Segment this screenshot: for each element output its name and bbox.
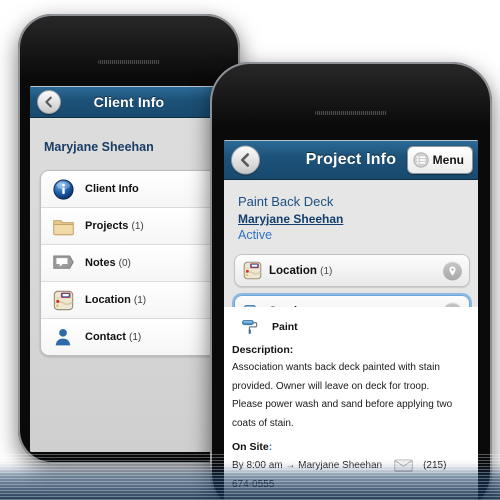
accordion-count: (1) xyxy=(320,265,333,277)
phone-number[interactable]: 674-0555 xyxy=(232,479,274,490)
back-phone-device: Client Info Maryjane Sheehan Client Info… xyxy=(18,14,240,464)
accordion-location[interactable]: Location (1) xyxy=(234,254,470,287)
list-item-text: Location xyxy=(85,294,131,306)
description-line: Please power wash and sand before applyi… xyxy=(232,399,453,410)
list-menu-icon xyxy=(413,152,429,168)
map-icon xyxy=(41,290,85,311)
info-circle-icon xyxy=(41,178,85,200)
list-item-text: Notes xyxy=(85,257,116,269)
back-phone-menu-card: Client Info Projects (1) Notes (0) Locat… xyxy=(40,170,220,356)
onsite-label-text: On Site xyxy=(232,441,269,453)
onsite-time: By 8:00 am → Maryjane Sheehan xyxy=(232,460,383,471)
onsite-colon: : xyxy=(268,441,273,453)
service-detail-panel: Paint Description: Association wants bac… xyxy=(224,307,478,500)
back-phone-client-name: Maryjane Sheehan xyxy=(44,140,154,154)
list-item-contact[interactable]: Contact (1) xyxy=(41,319,219,355)
list-item-label: Contact (1) xyxy=(85,331,141,343)
map-pin-icon[interactable] xyxy=(443,261,462,280)
map-icon xyxy=(235,261,269,280)
list-item-count: (0) xyxy=(118,258,131,269)
list-item-label: Location (1) xyxy=(85,294,146,306)
list-item-label: Projects (1) xyxy=(85,220,144,232)
list-item-client-info[interactable]: Client Info xyxy=(41,171,219,208)
list-item-text: Client Info xyxy=(85,183,139,195)
service-name: Paint xyxy=(272,321,298,333)
back-button[interactable] xyxy=(231,145,260,175)
list-item-location[interactable]: Location (1) xyxy=(41,282,219,319)
list-item-label: Client Info xyxy=(85,183,139,195)
back-phone-title: Client Info xyxy=(93,94,165,110)
person-icon xyxy=(41,327,85,347)
onsite-label: On Site: xyxy=(232,441,478,453)
back-button[interactable] xyxy=(37,90,61,114)
list-item-label: Notes (0) xyxy=(85,257,131,269)
back-phone-screen: Client Info Maryjane Sheehan Client Info… xyxy=(30,86,228,452)
chevron-left-icon xyxy=(45,96,52,108)
list-item-count: (1) xyxy=(131,221,144,232)
envelope-icon[interactable] xyxy=(394,459,413,472)
back-phone-content: Client Info Maryjane Sheehan Client Info… xyxy=(30,86,228,452)
project-client-link[interactable]: Maryjane Sheehan xyxy=(238,212,478,226)
description-line: coats of stain. xyxy=(232,417,294,429)
list-item-text: Contact xyxy=(85,331,126,343)
list-item-text: Projects xyxy=(85,220,129,232)
accordion-label-text: Location xyxy=(269,264,317,277)
front-phone-navbar: Project Info Menu xyxy=(224,140,478,180)
list-item-notes[interactable]: Notes (0) xyxy=(41,245,219,282)
list-item-count: (1) xyxy=(129,332,142,343)
phone-number-row[interactable]: 674-0555 xyxy=(232,479,478,490)
speech-bubble-icon xyxy=(41,253,85,273)
back-phone-navbar: Client Info xyxy=(30,86,228,118)
front-phone-speaker-grille xyxy=(315,111,387,115)
front-phone-device: Project Info Menu Paint Back Deck Maryja… xyxy=(210,62,492,500)
phone-area-code[interactable]: (215) xyxy=(423,460,446,471)
menu-button[interactable]: Menu xyxy=(406,146,473,174)
front-phone-title: Project Info xyxy=(305,151,397,168)
description-text: Association wants back deck painted with… xyxy=(232,359,478,433)
front-phone-screen: Project Info Menu Paint Back Deck Maryja… xyxy=(224,140,478,500)
onsite-row: By 8:00 am → Maryjane Sheehan (215) xyxy=(232,459,478,472)
chevron-left-icon xyxy=(240,153,250,167)
folder-icon xyxy=(41,216,85,236)
list-item-projects[interactable]: Projects (1) xyxy=(41,208,219,245)
screenshot-stage: Client Info Maryjane Sheehan Client Info… xyxy=(0,0,500,500)
front-phone-content: Project Info Menu Paint Back Deck Maryja… xyxy=(224,140,478,500)
description-line: provided. Owner will leave on deck for t… xyxy=(232,380,430,392)
paint-roller-icon xyxy=(240,317,260,337)
description-label: Description: xyxy=(232,344,294,356)
menu-button-label: Menu xyxy=(432,153,464,167)
accordion-label: Location (1) xyxy=(269,265,332,277)
project-title: Paint Back Deck xyxy=(238,194,334,209)
description-line: Association wants back deck painted with… xyxy=(232,362,440,373)
project-status: Active xyxy=(238,228,273,242)
list-item-count: (1) xyxy=(133,295,147,306)
back-phone-speaker-grille xyxy=(98,60,160,64)
service-detail-header: Paint xyxy=(240,317,478,337)
